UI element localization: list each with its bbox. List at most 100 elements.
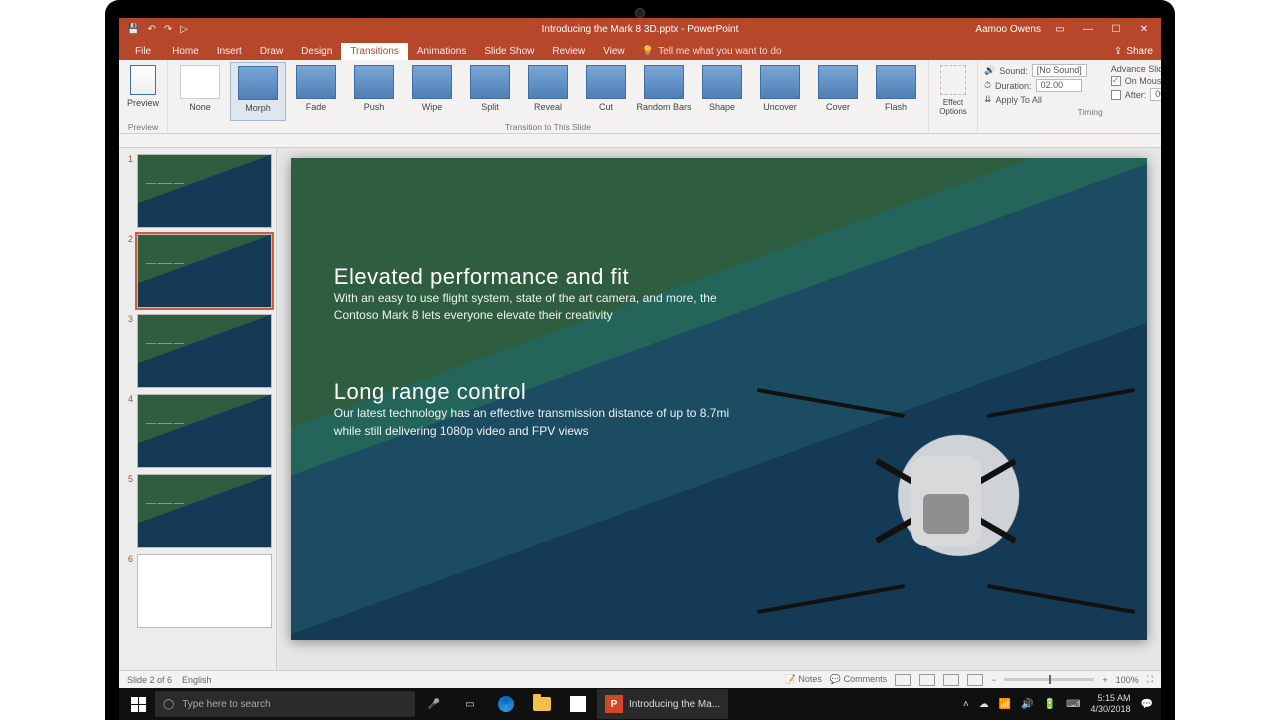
slideshow-view-button[interactable] [967, 674, 983, 686]
current-slide[interactable]: Elevated performance and fit With an eas… [291, 158, 1147, 640]
tab-animations[interactable]: Animations [408, 43, 475, 60]
transition-uncover[interactable]: Uncover [752, 62, 808, 121]
signed-in-user[interactable]: Aamoo Owens [975, 24, 1041, 35]
network-icon[interactable]: 📶 [999, 699, 1011, 710]
cortana-mic-icon[interactable]: 🎤 [417, 689, 451, 719]
onedrive-icon[interactable]: ☁ [979, 699, 989, 710]
zoom-out-button[interactable]: − [991, 675, 996, 685]
slide-body-1[interactable]: With an easy to use flight system, state… [334, 290, 754, 325]
duration-input[interactable]: 02.00 [1036, 79, 1082, 92]
tray-overflow-icon[interactable]: ˄ [963, 699, 969, 710]
transition-push[interactable]: Push [346, 62, 402, 121]
transition-wipe[interactable]: Wipe [404, 62, 460, 121]
transition-label: Flash [885, 102, 907, 112]
slide-heading-1[interactable]: Elevated performance and fit [334, 264, 754, 290]
normal-view-button[interactable] [895, 674, 911, 686]
transition-reveal[interactable]: Reveal [520, 62, 576, 121]
apply-to-all-button[interactable]: Apply To All [996, 95, 1042, 105]
tab-transitions[interactable]: Transitions [341, 43, 408, 60]
tab-insert[interactable]: Insert [208, 43, 251, 60]
transition-icon [470, 65, 510, 99]
transition-shape[interactable]: Shape [694, 62, 750, 121]
reading-view-button[interactable] [943, 674, 959, 686]
sorter-view-button[interactable] [919, 674, 935, 686]
transition-label: Reveal [534, 102, 562, 112]
slide-thumbnail-5[interactable]: 5—— ——— —— [123, 474, 272, 548]
zoom-in-button[interactable]: + [1102, 675, 1107, 685]
preview-label: Preview [127, 98, 159, 108]
task-view-button[interactable]: ▭ [453, 689, 487, 719]
tab-draw[interactable]: Draw [251, 43, 292, 60]
start-slideshow-icon[interactable]: ▷ [180, 24, 188, 35]
transition-morph[interactable]: Morph [230, 62, 286, 121]
transition-cut[interactable]: Cut [578, 62, 634, 121]
fit-to-window-button[interactable]: ⛶ [1147, 674, 1153, 685]
slide-thumbnail-3[interactable]: 3—— ——— —— [123, 314, 272, 388]
taskbar-clock[interactable]: 5:15 AM 4/30/2018 [1091, 693, 1131, 715]
input-icon[interactable]: ⌨ [1066, 699, 1080, 710]
preview-button[interactable]: Preview [123, 62, 163, 121]
thumbnail-preview [137, 554, 272, 628]
undo-icon[interactable]: ↶ [147, 24, 155, 35]
transition-fade[interactable]: Fade [288, 62, 344, 121]
tell-me-search[interactable]: 💡 Tell me what you want to do [634, 43, 790, 60]
taskbar-file-explorer[interactable] [525, 689, 559, 719]
after-label: After: [1125, 90, 1147, 100]
tab-design[interactable]: Design [292, 43, 341, 60]
battery-icon[interactable]: 🔋 [1044, 699, 1056, 710]
slide-thumbnail-2[interactable]: 2—— ——— —— [123, 234, 272, 308]
slide-body-2[interactable]: Our latest technology has an effective t… [334, 405, 754, 440]
transition-label: Fade [306, 102, 327, 112]
slide-thumbnail-1[interactable]: 1—— ——— —— [123, 154, 272, 228]
transition-label: None [189, 102, 211, 112]
taskbar-app-label: Introducing the Ma... [629, 699, 720, 710]
transition-none[interactable]: None [172, 62, 228, 121]
after-checkbox[interactable] [1111, 90, 1121, 100]
redo-icon[interactable]: ↷ [164, 24, 172, 35]
transition-label: Wipe [422, 102, 443, 112]
transition-cover[interactable]: Cover [810, 62, 866, 121]
maximize-button[interactable]: ☐ [1107, 24, 1125, 35]
start-button[interactable] [123, 689, 153, 719]
zoom-level[interactable]: 100% [1116, 675, 1139, 685]
slide-thumbnail-4[interactable]: 4—— ——— —— [123, 394, 272, 468]
drone-graphic [796, 391, 1096, 611]
transition-split[interactable]: Split [462, 62, 518, 121]
comments-button[interactable]: 💬 Comments [830, 674, 887, 685]
taskbar-store[interactable] [561, 689, 595, 719]
slide-canvas-area[interactable]: Elevated performance and fit With an eas… [277, 148, 1161, 670]
transition-icon [528, 65, 568, 99]
ribbon-options-icon[interactable]: ▭ [1051, 24, 1069, 35]
effect-options-button[interactable]: Effect Options [933, 62, 973, 121]
tab-home[interactable]: Home [163, 43, 208, 60]
taskbar-app-powerpoint[interactable]: P Introducing the Ma... [597, 689, 728, 719]
zoom-slider[interactable] [1004, 678, 1094, 681]
taskbar-edge[interactable] [489, 689, 523, 719]
language-indicator[interactable]: English [182, 675, 212, 685]
save-icon[interactable]: 💾 [127, 24, 139, 35]
share-button[interactable]: ⇪ Share [1114, 46, 1153, 57]
transition-icon [702, 65, 742, 99]
thumbnail-preview: —— ——— —— [137, 154, 272, 228]
minimize-button[interactable]: — [1079, 24, 1097, 35]
transition-flash[interactable]: Flash [868, 62, 924, 121]
slide-thumbnails-panel[interactable]: 1—— ——— ——2—— ——— ——3—— ——— ——4—— ——— ——… [119, 148, 277, 670]
action-center-icon[interactable]: 💬 [1141, 699, 1153, 710]
notes-button[interactable]: 📝 Notes [785, 674, 822, 685]
duration-icon: ⏱ [984, 80, 991, 91]
after-time-input[interactable]: 00:00.00 [1150, 88, 1161, 101]
transition-random-bars[interactable]: Random Bars [636, 62, 692, 121]
volume-icon[interactable]: 🔊 [1021, 699, 1033, 710]
sound-dropdown[interactable]: [No Sound] [1032, 64, 1087, 77]
taskbar-search[interactable]: ◯ Type here to search [155, 691, 415, 717]
status-bar: Slide 2 of 6 English 📝 Notes 💬 Comments … [119, 670, 1161, 688]
slide-thumbnail-6[interactable]: 6 [123, 554, 272, 628]
on-mouse-click-checkbox[interactable] [1111, 76, 1121, 86]
tab-file[interactable]: File [123, 43, 163, 60]
tab-review[interactable]: Review [543, 43, 594, 60]
slide-heading-2[interactable]: Long range control [334, 379, 754, 405]
tab-slideshow[interactable]: Slide Show [475, 43, 543, 60]
tab-view[interactable]: View [594, 43, 634, 60]
lightbulb-icon: 💡 [642, 46, 654, 57]
close-button[interactable]: ✕ [1135, 24, 1153, 35]
